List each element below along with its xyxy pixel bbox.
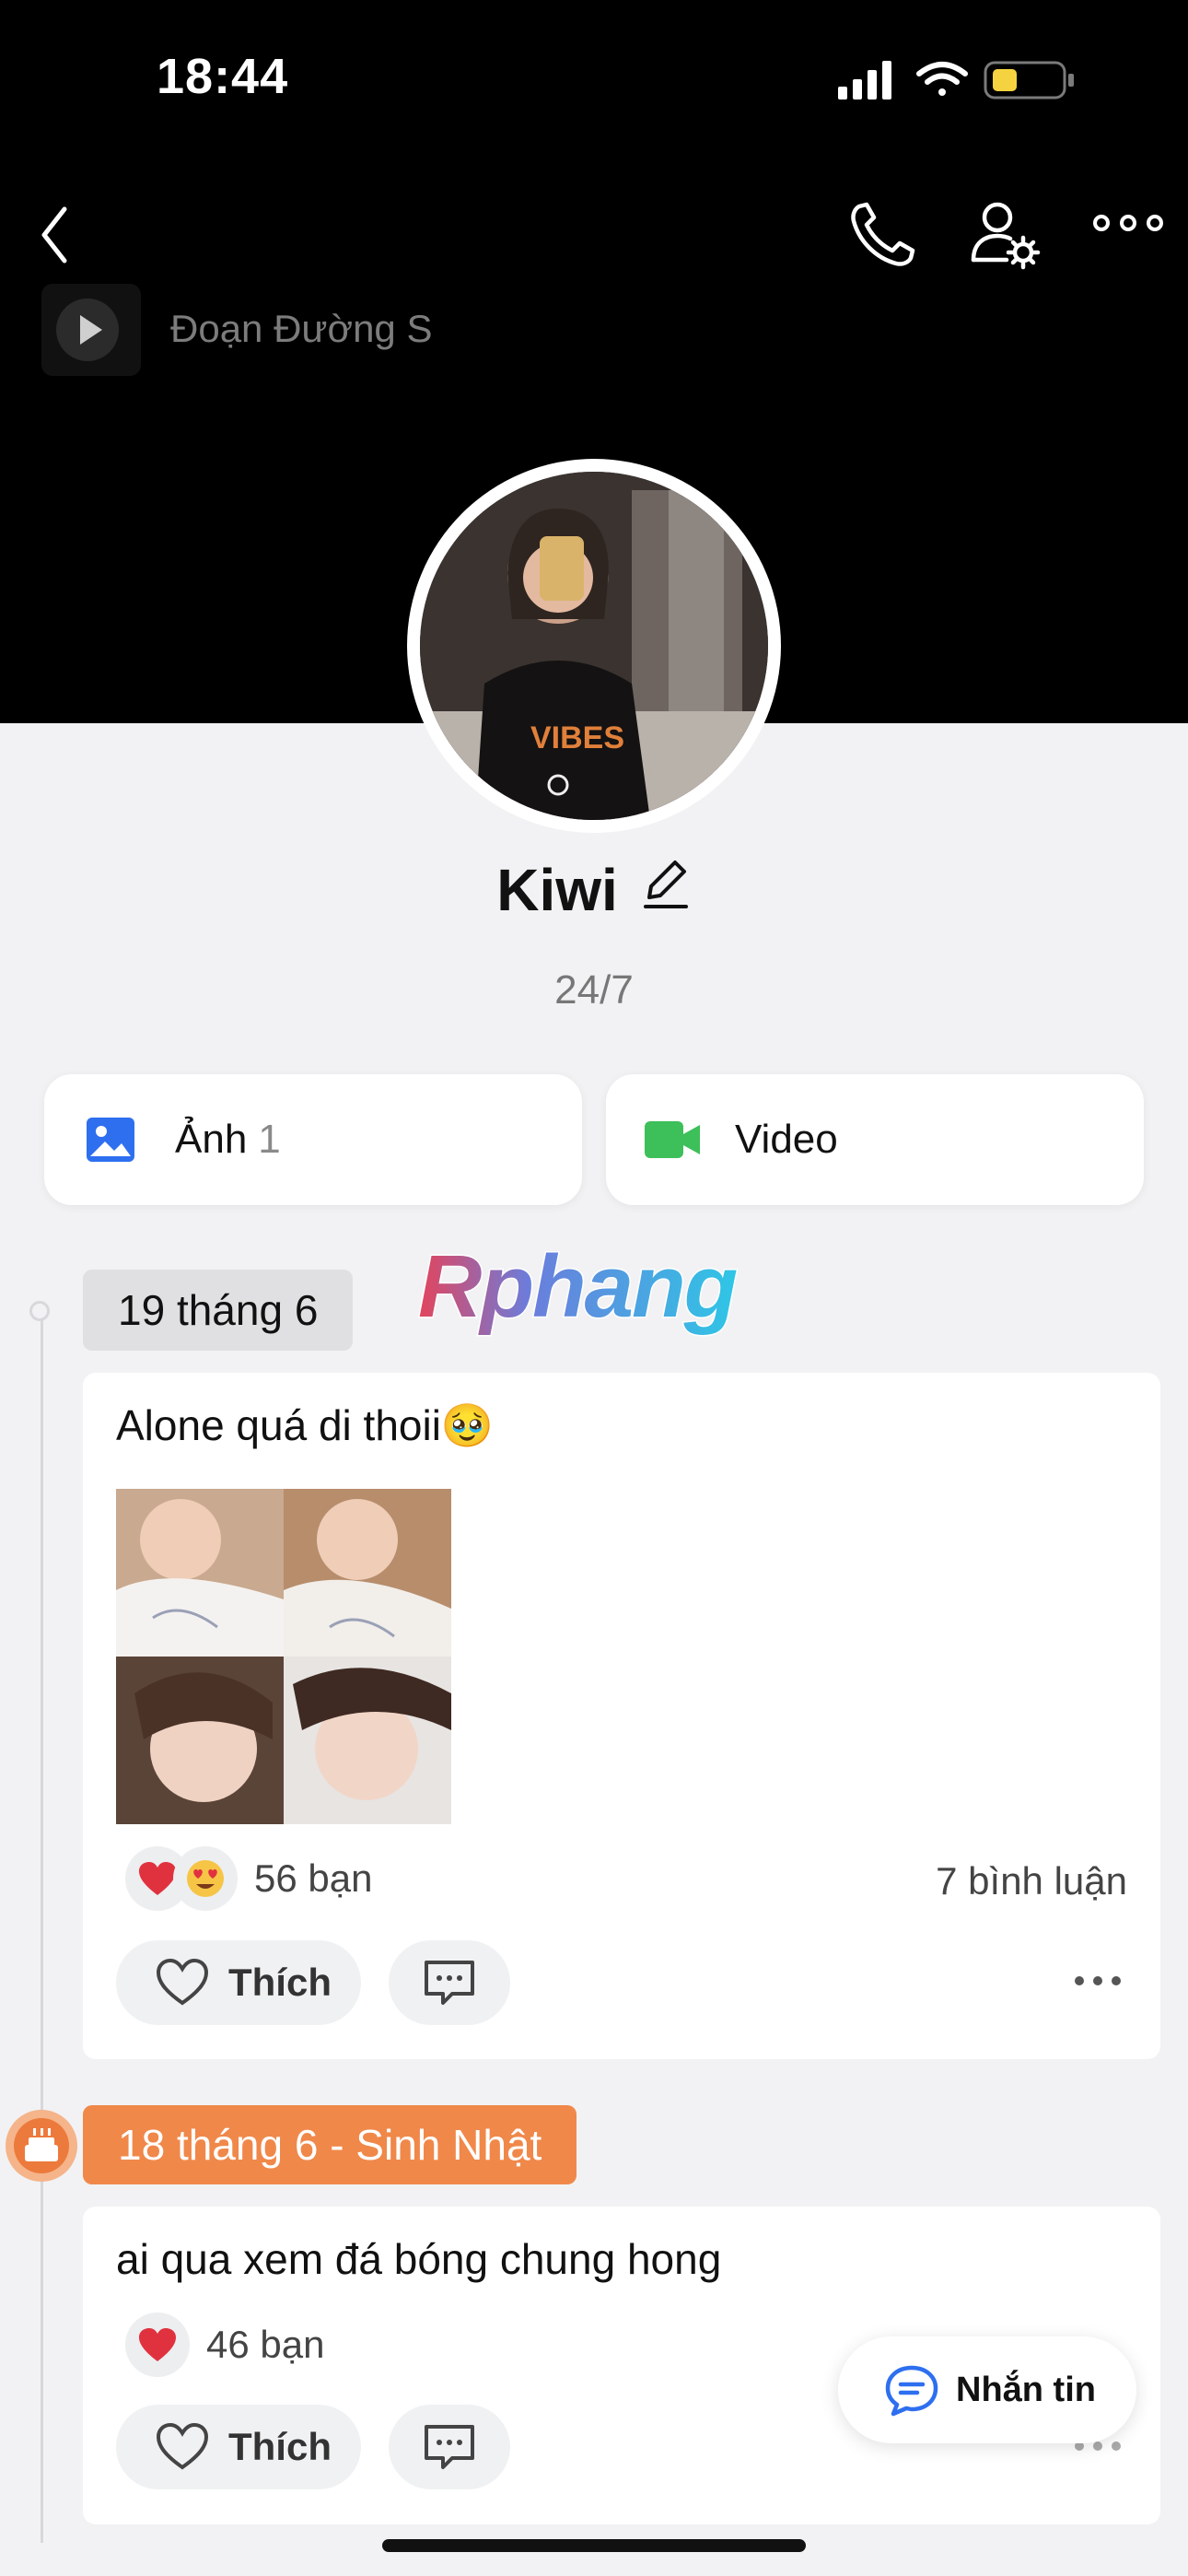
status-time: 18:44	[157, 49, 289, 104]
watermark-logo: Rphang	[414, 1236, 783, 1362]
collage-photo	[116, 1489, 284, 1657]
date-chip: 19 tháng 6	[83, 1270, 354, 1351]
photos-label: Ảnh	[175, 1117, 248, 1162]
profile-settings-button[interactable]	[964, 193, 1047, 276]
birthday-date-chip: 18 tháng 6 - Sinh Nhật	[83, 2105, 577, 2184]
like-button[interactable]: Thích	[116, 1940, 361, 2025]
collage-photo	[116, 1657, 284, 1824]
photo-icon	[87, 1118, 134, 1162]
signal-icon	[838, 61, 891, 100]
like-button[interactable]: Thích	[116, 2405, 361, 2489]
more-dots-icon	[1075, 1976, 1121, 1985]
birthday-badge	[6, 2110, 77, 2182]
send-message-button[interactable]: Nhắn tin	[838, 2336, 1136, 2443]
heart-outline-icon	[156, 2422, 209, 2470]
avatar[interactable]: VIBES	[420, 472, 768, 820]
heart-outline-icon	[156, 1958, 209, 2006]
profile-name-row: Kiwi	[0, 855, 1188, 924]
reactions-count: 46 bạn	[206, 2323, 325, 2366]
like-label: Thích	[228, 1961, 332, 2004]
comment-icon	[425, 2425, 474, 2469]
post-card: Alone quá di thoii🥹 56 bạn 7 bình luận T…	[83, 1373, 1160, 2059]
cake-icon	[14, 2118, 69, 2173]
edit-name-button[interactable]	[640, 855, 692, 924]
wifi-icon	[916, 62, 968, 96]
home-indicator[interactable]	[382, 2539, 806, 2552]
timeline-line	[41, 1308, 43, 2543]
more-icon	[1093, 215, 1163, 231]
pencil-icon	[643, 861, 688, 908]
call-button[interactable]	[843, 193, 926, 276]
post-photo-collage[interactable]	[116, 1489, 451, 1824]
svg-text:VIBES: VIBES	[530, 720, 624, 755]
collage-photo	[284, 1489, 451, 1657]
video-camera-icon	[645, 1121, 700, 1158]
send-message-label: Nhắn tin	[956, 2370, 1096, 2409]
comments-count[interactable]: 7 bình luận	[936, 1859, 1127, 1903]
battery-icon	[984, 61, 1074, 100]
chat-bubble-icon	[885, 2365, 938, 2417]
heart-reaction-icon	[125, 2313, 190, 2377]
profile-name: Kiwi	[496, 856, 618, 923]
collage-photo	[284, 1657, 451, 1824]
timeline-dot	[29, 1301, 50, 1321]
reactions-summary[interactable]: 46 bạn	[125, 2313, 324, 2377]
profile-status: 24/7	[554, 967, 634, 1013]
post-text: Alone quá di thoii🥹	[116, 1401, 495, 1449]
play-icon	[56, 299, 119, 361]
music-title[interactable]: Đoạn Đường S	[170, 307, 432, 351]
svg-text:Rphang: Rphang	[418, 1239, 737, 1336]
post-text: ai qua xem đá bóng chung hong	[116, 2235, 722, 2283]
heart-eyes-reaction-icon	[173, 1846, 238, 1911]
phone-icon	[851, 202, 915, 266]
more-button[interactable]	[1087, 193, 1170, 276]
photos-count: 1	[258, 1117, 281, 1162]
music-play-button[interactable]	[41, 284, 141, 376]
videos-label: Video	[735, 1117, 838, 1162]
like-label: Thích	[228, 2425, 332, 2468]
comment-button[interactable]	[389, 2405, 510, 2489]
comment-icon	[425, 1961, 474, 2005]
post-options-button[interactable]	[1072, 1962, 1124, 2004]
videos-card[interactable]: Video	[606, 1074, 1144, 1205]
photos-card[interactable]: Ảnh 1	[44, 1074, 582, 1205]
reactions-summary[interactable]: 56 bạn	[125, 1846, 372, 1911]
back-button[interactable]	[37, 198, 111, 272]
back-icon	[41, 206, 67, 263]
status-icons	[838, 57, 1077, 103]
user-settings-icon	[971, 202, 1041, 270]
comment-button[interactable]	[389, 1940, 510, 2025]
reactions-count: 56 bạn	[254, 1856, 373, 1900]
